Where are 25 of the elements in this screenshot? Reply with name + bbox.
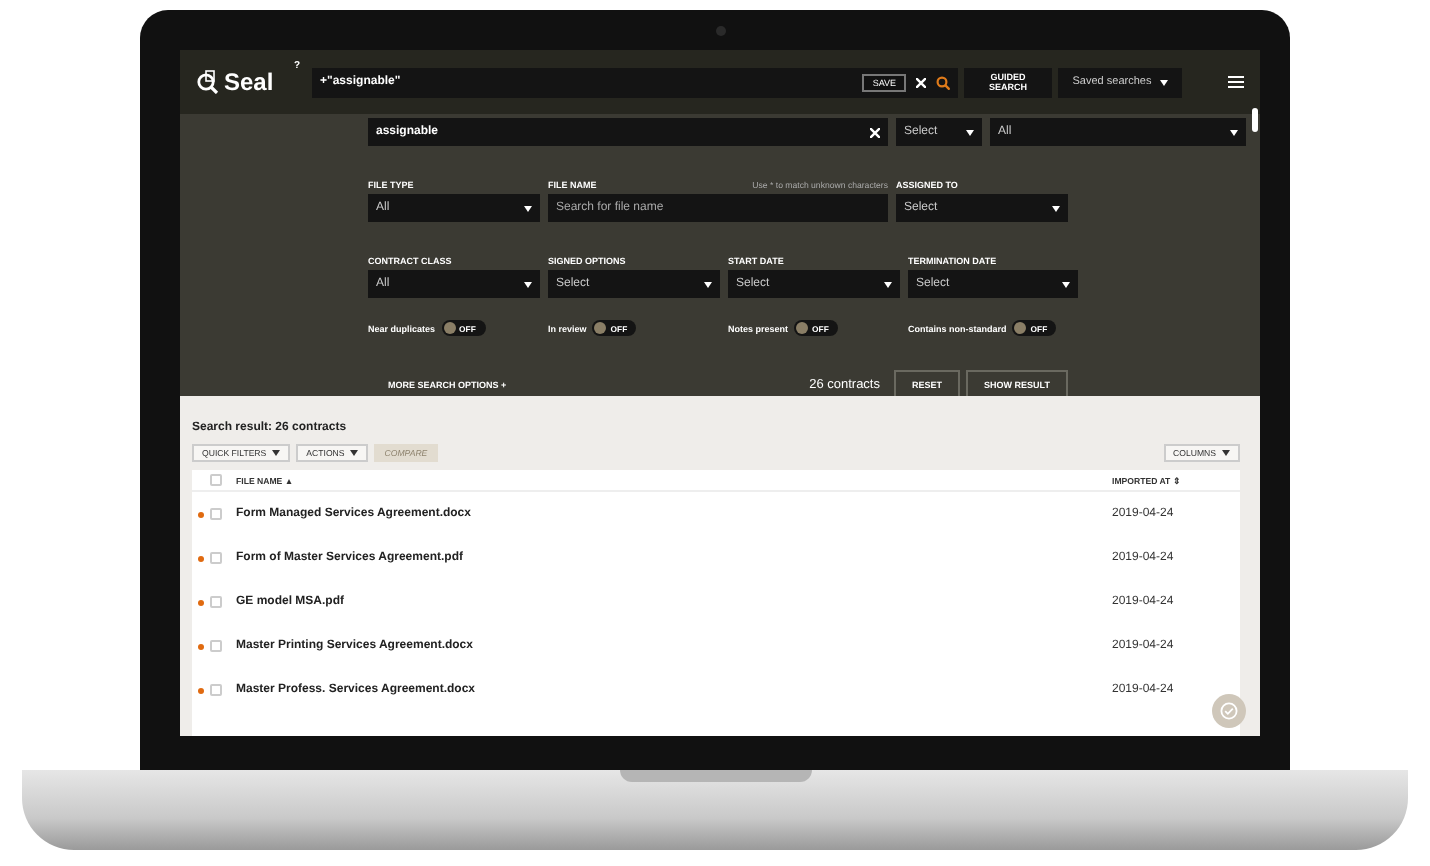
caret-icon (1062, 281, 1070, 287)
caret-icon (966, 129, 974, 135)
logo-icon (196, 70, 220, 94)
row-checkbox[interactable] (210, 684, 222, 696)
caret-icon (704, 281, 712, 287)
close-icon[interactable] (870, 127, 880, 137)
row-checkbox[interactable] (210, 596, 222, 608)
caret-icon (1222, 450, 1230, 456)
caret-icon (1159, 79, 1168, 85)
scrollbar-thumb[interactable] (1252, 108, 1258, 132)
logo-text: Seal (224, 68, 274, 96)
caret-icon (524, 205, 532, 211)
caret-icon (1052, 205, 1060, 211)
select-all-checkbox[interactable] (210, 474, 222, 486)
row-checkbox[interactable] (210, 552, 222, 564)
row-checkbox[interactable] (210, 508, 222, 520)
search-icon[interactable] (936, 75, 950, 89)
camera-dot (715, 25, 725, 35)
row-checkbox[interactable] (210, 640, 222, 652)
menu-icon[interactable] (1228, 76, 1244, 88)
caret-icon (1230, 129, 1238, 135)
caret-icon (524, 281, 532, 287)
caret-icon (884, 281, 892, 287)
close-icon[interactable] (916, 77, 926, 87)
check-icon (1220, 702, 1238, 720)
